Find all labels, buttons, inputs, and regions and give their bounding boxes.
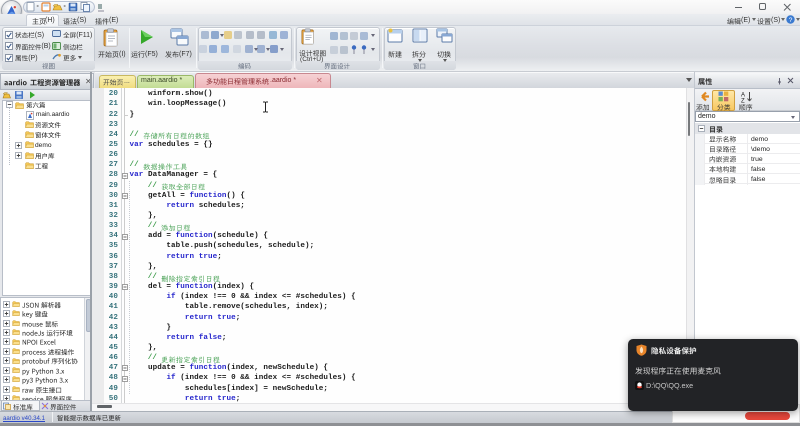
svg-text:?: ? (789, 17, 793, 24)
svg-text:Z: Z (741, 98, 745, 103)
